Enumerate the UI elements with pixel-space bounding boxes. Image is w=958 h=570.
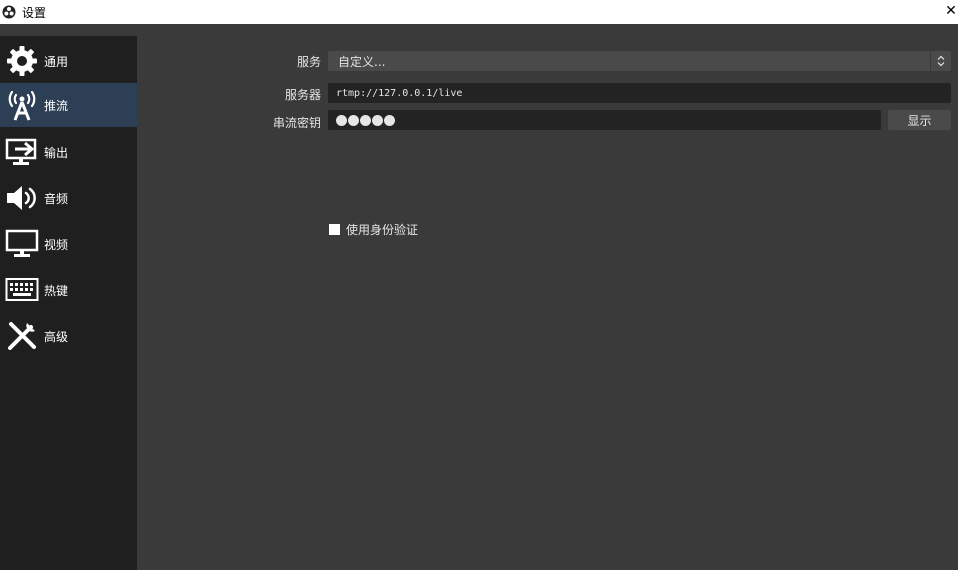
service-select-value: 自定义...	[338, 54, 386, 69]
password-dot	[348, 114, 359, 126]
close-icon[interactable]: ✕	[944, 0, 958, 22]
sidebar-item-audio[interactable]: 音频	[0, 176, 137, 220]
password-dots	[336, 114, 395, 126]
sidebar-item-output[interactable]: 输出	[0, 130, 137, 174]
gear-icon	[5, 44, 39, 78]
sidebar-item-stream[interactable]: 推流	[0, 83, 137, 127]
sidebar-item-general[interactable]: 通用	[0, 39, 137, 83]
service-label: 服务	[296, 55, 321, 69]
window-title: 设置	[22, 5, 47, 20]
sidebar-item-hotkeys[interactable]: 热键	[0, 268, 137, 312]
show-key-button[interactable]: 显示	[888, 110, 951, 130]
monitor-icon	[5, 227, 39, 261]
password-dot	[360, 114, 371, 126]
stream-key-label: 串流密钥	[272, 116, 321, 130]
tools-icon	[5, 319, 39, 353]
sidebar-item-advanced[interactable]: 高级	[0, 314, 137, 358]
service-select[interactable]: 自定义...	[328, 51, 951, 71]
sidebar-item-label: 输出	[44, 145, 69, 160]
stream-key-input[interactable]	[328, 110, 881, 130]
use-auth-checkbox[interactable]	[329, 224, 340, 235]
output-monitor-icon	[5, 135, 39, 169]
sidebar-item-label: 热键	[44, 283, 69, 298]
keyboard-icon	[5, 273, 39, 307]
server-input[interactable]: rtmp://127.0.0.1/live	[328, 83, 951, 103]
server-label: 服务器	[284, 88, 321, 102]
sidebar-item-video[interactable]: 视频	[0, 222, 137, 266]
speaker-icon	[5, 181, 39, 215]
use-auth-row[interactable]: 使用身份验证	[329, 221, 418, 238]
window-titlebar: 设置 ✕	[0, 0, 958, 24]
settings-main: 通用 推流 输出 音频 视频 热键 高级 服务 自定义... 服务器 rtmp:…	[0, 24, 958, 570]
sidebar-item-label: 推流	[44, 98, 69, 113]
use-auth-label: 使用身份验证	[346, 223, 419, 237]
password-dot	[384, 114, 395, 126]
password-dot	[372, 114, 383, 126]
server-input-value: rtmp://127.0.0.1/live	[336, 87, 463, 99]
obs-logo-icon	[2, 5, 16, 19]
settings-sidebar: 通用 推流 输出 音频 视频 热键 高级	[0, 36, 137, 570]
sidebar-item-label: 通用	[44, 54, 69, 69]
sidebar-item-label: 视频	[44, 237, 69, 252]
sidebar-item-label: 音频	[44, 191, 69, 206]
updown-arrow-icon[interactable]	[930, 51, 951, 71]
sidebar-item-label: 高级	[44, 329, 69, 344]
password-dot	[336, 114, 347, 126]
antenna-icon	[5, 88, 39, 122]
